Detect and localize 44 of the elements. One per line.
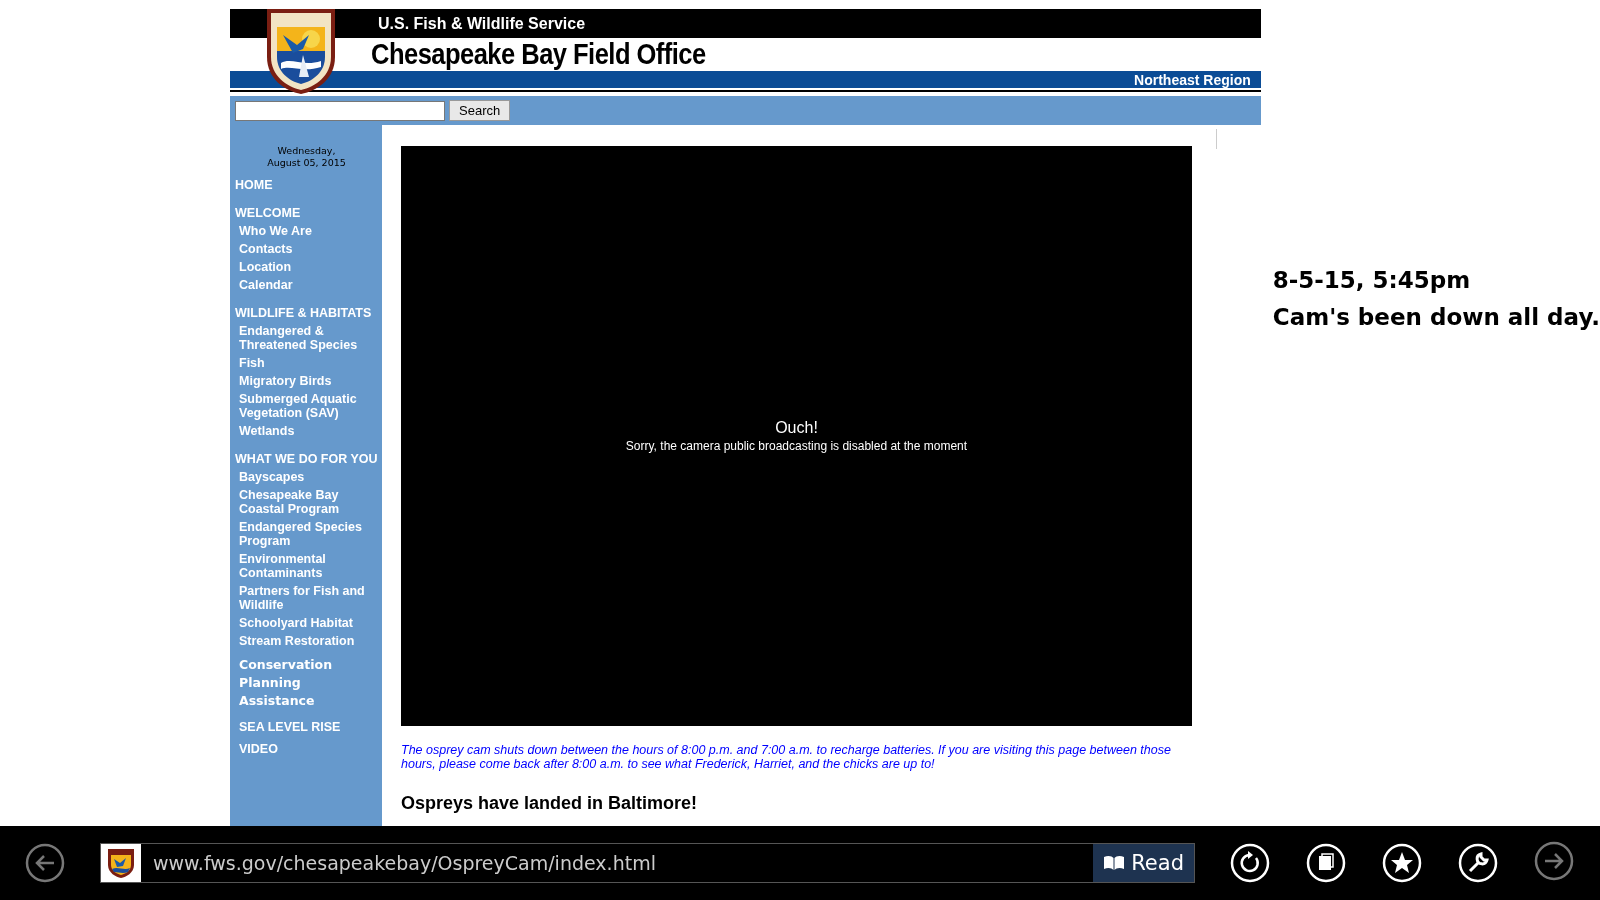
nav-link[interactable]: Partners for Fish and Wildlife: [235, 584, 378, 612]
nav-link[interactable]: Environmental Contaminants: [235, 552, 378, 580]
nav-link[interactable]: Endangered & Threatened Species: [235, 324, 378, 352]
section-heading: Ospreys have landed in Baltimore!: [401, 793, 699, 814]
nav-link[interactable]: Endangered Species Program: [235, 520, 378, 548]
nav-link[interactable]: Calendar: [235, 278, 378, 292]
tabs-icon[interactable]: [1306, 843, 1346, 883]
annotation-text: 8-5-15, 5:45pm: [1272, 266, 1472, 295]
nav-link[interactable]: Chesapeake Bay Coastal Program: [235, 488, 378, 516]
read-button[interactable]: Read: [1093, 844, 1194, 882]
nav-link[interactable]: WILDLIFE & HABITATS: [235, 306, 378, 320]
shield-icon: [106, 847, 136, 879]
notice-text: The osprey cam shuts down between the hours of 8:00 p.m. and 7:00 a.m. to recharge batteries. If you are visiting this page between those hours, please come back after 8:00 a.m. to see what Frederick, Harriet, and the chicks are up to!: [401, 743, 1172, 771]
error-title: Ouch!: [775, 419, 818, 437]
nav-link[interactable]: HOME: [235, 178, 378, 192]
nav-link[interactable]: Migratory Birds: [235, 374, 378, 388]
nav-link[interactable]: WHAT WE DO FOR YOU: [235, 452, 378, 466]
refresh-icon[interactable]: [1230, 843, 1270, 883]
nav-link[interactable]: Submerged Aquatic Vegetation (SAV): [235, 392, 378, 420]
book-icon: [1103, 855, 1126, 871]
forward-button[interactable]: [1534, 841, 1574, 881]
error-message: Sorry, the camera public broadcasting is disabled at the moment: [625, 439, 968, 453]
search-button[interactable]: Search: [449, 100, 511, 121]
nav-link[interactable]: WELCOME: [235, 206, 378, 220]
nav-link[interactable]: Location: [235, 260, 378, 274]
nav-link[interactable]: Fish: [235, 356, 378, 370]
date-text: Wednesday, August 05, 2015: [266, 145, 347, 169]
annotation-text: Cam's been down all day.: [1272, 303, 1600, 332]
wrench-icon[interactable]: [1458, 843, 1498, 883]
region-name: Northeast Region: [1134, 71, 1251, 88]
agency-name: U.S. Fish & Wildlife Service: [378, 14, 586, 33]
nav-link[interactable]: Bayscapes: [235, 470, 378, 484]
address-bar[interactable]: www.fws.gov/chesapeakebay/OspreyCam/index.html Read: [100, 843, 1195, 883]
nav-link[interactable]: Who We Are: [235, 224, 378, 238]
nav-link[interactable]: Contacts: [235, 242, 378, 256]
url-text: www.fws.gov/chesapeakebay/OspreyCam/index.html: [152, 852, 657, 874]
search-field[interactable]: [235, 100, 445, 121]
nav-link[interactable]: SEA LEVEL RISE: [235, 720, 378, 734]
nav-link[interactable]: Wetlands: [235, 424, 378, 438]
nav-link[interactable]: VIDEO: [235, 742, 378, 756]
site-title: Chesapeake Bay Field Office: [371, 38, 706, 71]
nav-link[interactable]: Schoolyard Habitat: [235, 616, 378, 630]
back-button[interactable]: [25, 843, 65, 883]
nav-link[interactable]: Stream Restoration: [235, 634, 378, 648]
